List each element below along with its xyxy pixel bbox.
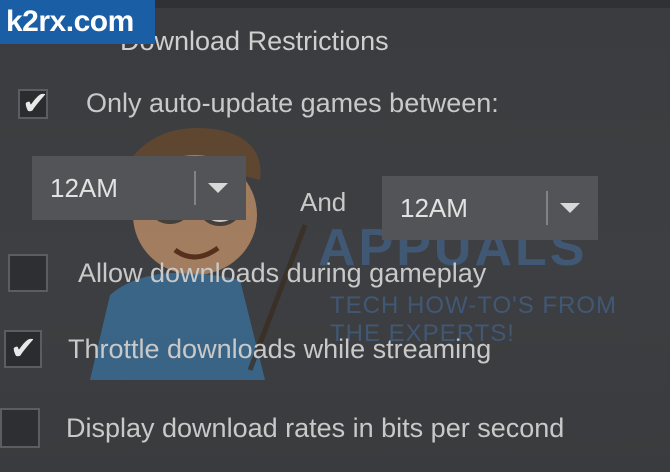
start-time-dropdown[interactable]: 12AM	[32, 156, 246, 220]
bits-per-second-checkbox[interactable]	[0, 408, 40, 448]
throttle-streaming-row[interactable]: ✔ Throttle downloads while streaming	[4, 330, 491, 368]
allow-downloads-gameplay-checkbox[interactable]	[8, 254, 48, 292]
chevron-down-icon[interactable]	[208, 183, 228, 193]
allow-downloads-gameplay-row[interactable]: Allow downloads during gameplay	[8, 254, 486, 292]
dropdown-divider	[546, 191, 548, 225]
throttle-streaming-checkbox[interactable]: ✔	[4, 330, 42, 368]
end-time-dropdown[interactable]: 12AM	[382, 176, 598, 240]
start-time-value: 12AM	[50, 172, 118, 203]
auto-update-window-row[interactable]: ✔ Only auto-update games between:	[18, 85, 499, 121]
throttle-streaming-label: Throttle downloads while streaming	[68, 333, 492, 364]
allow-downloads-gameplay-label: Allow downloads during gameplay	[78, 257, 487, 288]
bits-per-second-row[interactable]: Display download rates in bits per secon…	[0, 408, 564, 448]
site-watermark-logo: k2rx.com	[0, 0, 155, 44]
steam-download-settings: k2rx.com Download Restrictions ✔ Only au…	[0, 0, 670, 472]
tagline-line-1: TECH HOW-TO'S FROM	[330, 292, 618, 319]
auto-update-window-checkbox[interactable]: ✔	[18, 85, 49, 121]
section-title: Download Restrictions	[120, 26, 389, 56]
end-time-value: 12AM	[400, 192, 468, 223]
checkmark-icon: ✔	[22, 83, 49, 122]
dropdown-divider	[194, 171, 196, 205]
bits-per-second-label: Display download rates in bits per secon…	[66, 412, 565, 443]
chevron-down-icon[interactable]	[560, 203, 580, 213]
auto-update-window-label: Only auto-update games between:	[86, 88, 499, 118]
checkmark-icon: ✔	[10, 329, 37, 367]
